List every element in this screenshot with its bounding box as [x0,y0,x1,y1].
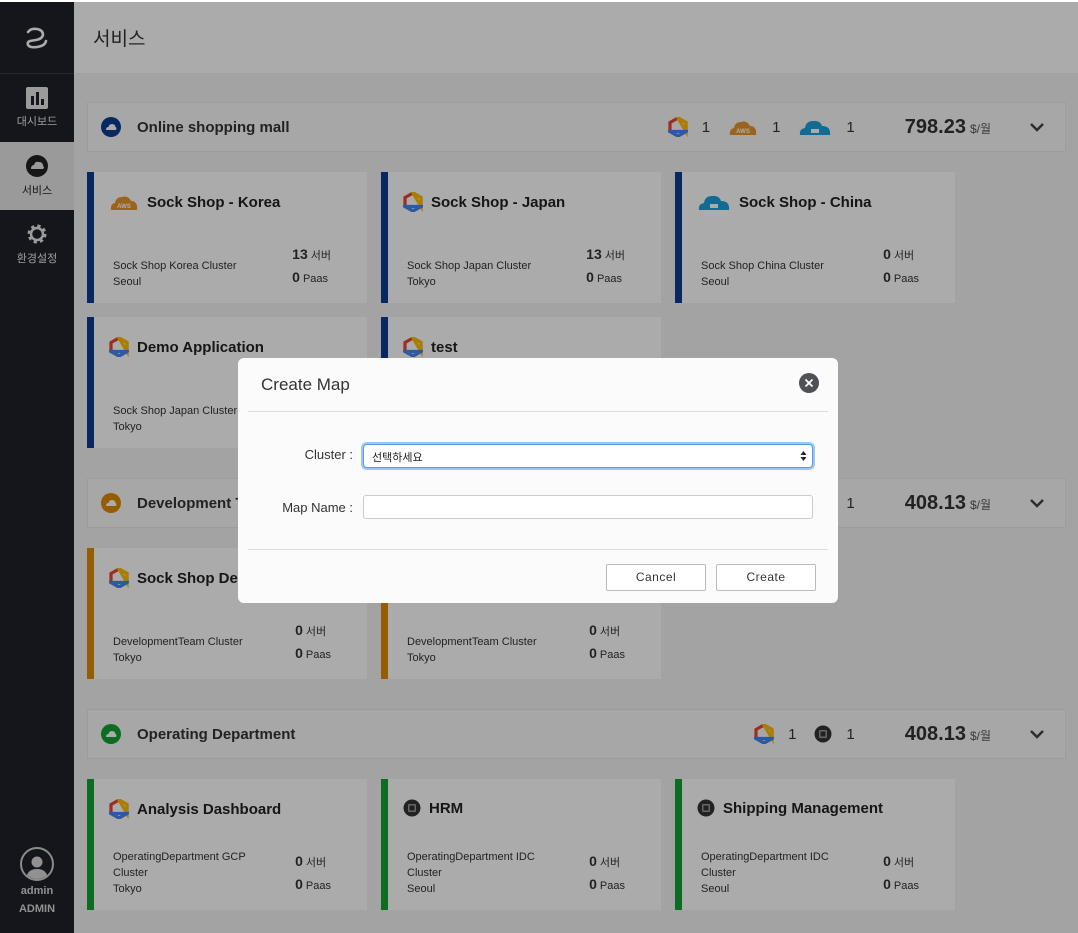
cancel-button[interactable]: Cancel [606,564,706,591]
close-icon[interactable] [799,373,819,393]
cluster-select-value: 선택하세요 [372,452,423,464]
map-name-input[interactable] [363,495,813,519]
cluster-select[interactable]: 선택하세요 [363,444,813,468]
select-arrows-icon [800,450,807,462]
map-name-label: Map Name : [282,500,353,515]
create-button[interactable]: Create [716,564,816,591]
dialog-title: Create Map [261,375,350,394]
divider [248,549,828,550]
divider [248,411,828,412]
cluster-label: Cluster : [304,447,353,462]
create-map-dialog: Create Map Cluster : 선택하세요 Map Name : Ca… [238,358,838,603]
